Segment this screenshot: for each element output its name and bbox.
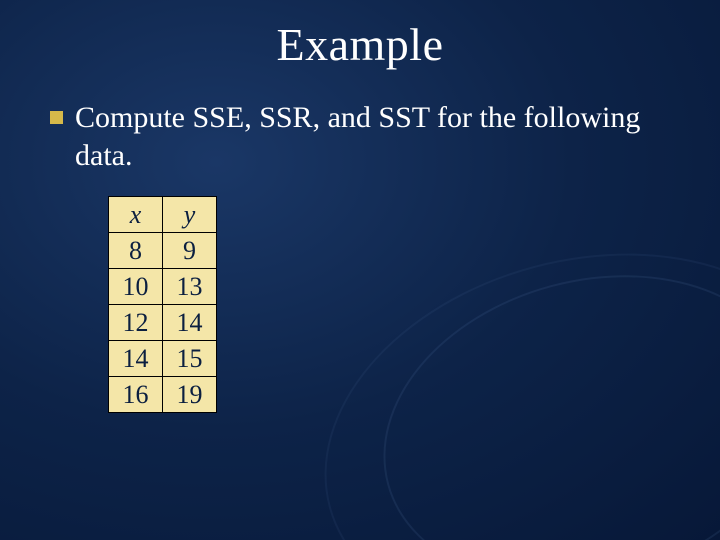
slide-body: Compute SSE, SSR, and SST for the follow… (0, 71, 720, 413)
table-cell: 13 (163, 269, 217, 305)
table-row: 10 13 (109, 269, 217, 305)
table-cell: 12 (109, 305, 163, 341)
bullet-text: Compute SSE, SSR, and SST for the follow… (75, 99, 680, 174)
table-row: 16 19 (109, 377, 217, 413)
table-row: 8 9 (109, 233, 217, 269)
table-cell: 14 (109, 341, 163, 377)
table-cell: 15 (163, 341, 217, 377)
table-cell: 14 (163, 305, 217, 341)
table-header-row: x y (109, 197, 217, 233)
table-header-cell: y (163, 197, 217, 233)
data-table-container: x y 8 9 10 13 12 14 14 15 16 19 (108, 196, 680, 413)
table-row: 12 14 (109, 305, 217, 341)
table-cell: 8 (109, 233, 163, 269)
table-row: 14 15 (109, 341, 217, 377)
table-cell: 9 (163, 233, 217, 269)
table-header-cell: x (109, 197, 163, 233)
bullet-item: Compute SSE, SSR, and SST for the follow… (50, 99, 680, 174)
slide-title: Example (0, 0, 720, 71)
bullet-square-icon (50, 111, 63, 124)
data-table: x y 8 9 10 13 12 14 14 15 16 19 (108, 196, 217, 413)
table-cell: 16 (109, 377, 163, 413)
table-cell: 10 (109, 269, 163, 305)
table-cell: 19 (163, 377, 217, 413)
